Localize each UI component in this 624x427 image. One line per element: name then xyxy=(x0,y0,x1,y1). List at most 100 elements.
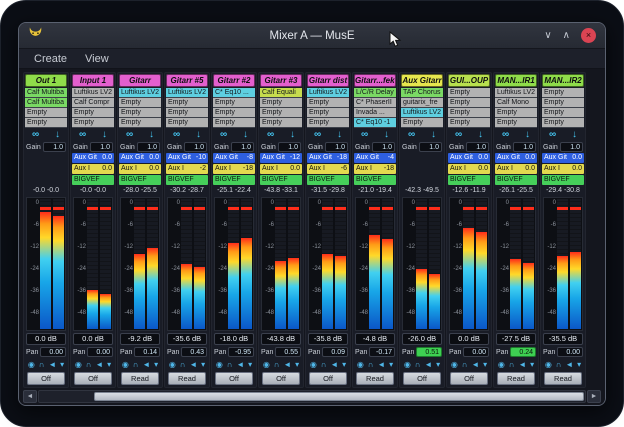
fader-db-readout[interactable]: -35.6 dB xyxy=(167,333,207,345)
track-name-button[interactable]: Gitarr...fekt xyxy=(354,74,396,87)
fx-slot[interactable]: Empty xyxy=(401,118,443,128)
fx-slot[interactable]: TAP Chorus xyxy=(401,88,443,98)
stereo-link-icon[interactable]: ∞ xyxy=(220,129,227,140)
pan-value[interactable]: -0.17 xyxy=(369,347,395,357)
scroll-left-icon[interactable]: ◄ xyxy=(23,390,37,403)
aux-send[interactable]: Aux Git-18 xyxy=(307,153,349,163)
mute-icon[interactable]: ◄ xyxy=(95,359,103,371)
aux-send[interactable]: BIGVEF xyxy=(448,175,490,185)
automation-mode-button[interactable]: Off xyxy=(309,372,347,385)
gain-value[interactable]: 1.0 xyxy=(278,142,301,152)
aux-send[interactable]: BIGVEF xyxy=(213,175,255,185)
monitor-icon[interactable]: ▾ xyxy=(107,359,111,371)
fx-slot[interactable]: Calf Multiba xyxy=(25,98,67,108)
automation-mode-button[interactable]: Off xyxy=(215,372,253,385)
fader-db-readout[interactable]: -35.8 dB xyxy=(308,333,348,345)
automation-mode-button[interactable]: Read xyxy=(121,372,159,385)
gain-value[interactable]: 1.0 xyxy=(325,142,348,152)
fx-slot[interactable]: Invada ... xyxy=(354,108,396,118)
pan-value[interactable]: 0.00 xyxy=(40,347,66,357)
mute-icon[interactable]: ◄ xyxy=(377,359,385,371)
fx-slot[interactable]: Empty xyxy=(25,108,67,118)
stereo-link-icon[interactable]: ∞ xyxy=(173,129,180,140)
track-name-button[interactable]: Aux Gitarr xyxy=(401,74,443,87)
fader-db-readout[interactable]: 0.0 dB xyxy=(449,333,489,345)
automation-mode-button[interactable]: Read xyxy=(168,372,206,385)
fader-db-readout[interactable]: -9.2 dB xyxy=(120,333,160,345)
track-name-button[interactable]: Gitarr #2 xyxy=(213,74,255,87)
fx-slot[interactable]: Empty xyxy=(542,98,584,108)
aux-send[interactable]: Aux I0.0 xyxy=(260,164,302,174)
fx-slot[interactable]: Empty xyxy=(260,108,302,118)
fader-db-readout[interactable]: -4.8 dB xyxy=(355,333,395,345)
aux-send[interactable]: Aux I-2 xyxy=(166,164,208,174)
fx-slot[interactable]: Empty xyxy=(213,98,255,108)
mute-icon[interactable]: ◄ xyxy=(48,359,56,371)
route-down-icon[interactable]: ↓ xyxy=(431,129,436,140)
aux-send[interactable]: BIGVEF xyxy=(495,175,537,185)
automation-mode-button[interactable]: Off xyxy=(450,372,488,385)
record-icon[interactable]: ◉ xyxy=(169,359,176,371)
solo-icon[interactable]: ∩ xyxy=(274,359,280,371)
route-down-icon[interactable]: ↓ xyxy=(149,129,154,140)
automation-mode-button[interactable]: Read xyxy=(544,372,582,385)
pan-value[interactable]: -0.95 xyxy=(228,347,254,357)
fx-slot[interactable]: Empty xyxy=(119,118,161,128)
fx-slot[interactable]: Empty xyxy=(542,118,584,128)
track-name-button[interactable]: Gitarr xyxy=(119,74,161,87)
maximize-icon[interactable]: ∧ xyxy=(563,28,570,43)
monitor-icon[interactable]: ▾ xyxy=(201,359,205,371)
aux-send[interactable]: Aux Git0.0 xyxy=(495,153,537,163)
record-icon[interactable]: ◉ xyxy=(28,359,35,371)
mute-icon[interactable]: ◄ xyxy=(330,359,338,371)
monitor-icon[interactable]: ▾ xyxy=(483,359,487,371)
fx-slot[interactable]: Calf Multiba xyxy=(25,88,67,98)
automation-mode-button[interactable]: Off xyxy=(74,372,112,385)
aux-send[interactable]: Aux Git0.0 xyxy=(542,153,584,163)
record-icon[interactable]: ◉ xyxy=(122,359,129,371)
fx-slot[interactable]: C* Eq10 ... xyxy=(213,88,255,98)
mute-icon[interactable]: ◄ xyxy=(424,359,432,371)
fx-slot[interactable]: Empty xyxy=(25,118,67,128)
fx-slot[interactable]: Empty xyxy=(495,108,537,118)
fx-slot[interactable]: Empty xyxy=(119,108,161,118)
route-down-icon[interactable]: ↓ xyxy=(196,129,201,140)
pan-value[interactable]: 0.00 xyxy=(463,347,489,357)
fx-slot[interactable]: Empty xyxy=(119,98,161,108)
fx-slot[interactable]: L/C/R Delay xyxy=(354,88,396,98)
minimize-icon[interactable]: ∨ xyxy=(544,28,551,43)
aux-send[interactable]: BIGVEF xyxy=(119,175,161,185)
monitor-icon[interactable]: ▾ xyxy=(342,359,346,371)
pan-value[interactable]: 0.00 xyxy=(557,347,583,357)
fx-slot[interactable]: Luftikus LV2 xyxy=(307,88,349,98)
scrollbar-thumb[interactable] xyxy=(94,392,584,401)
fx-slot[interactable]: Calf Compr xyxy=(72,98,114,108)
pan-value[interactable]: 0.14 xyxy=(134,347,160,357)
fader-db-readout[interactable]: -27.5 dB xyxy=(496,333,536,345)
solo-icon[interactable]: ∩ xyxy=(368,359,374,371)
mute-icon[interactable]: ◄ xyxy=(283,359,291,371)
solo-icon[interactable]: ∩ xyxy=(86,359,92,371)
monitor-icon[interactable]: ▾ xyxy=(295,359,299,371)
gain-value[interactable]: 1.0 xyxy=(466,142,489,152)
aux-send[interactable]: Aux Git-10 xyxy=(166,153,208,163)
mute-icon[interactable]: ◄ xyxy=(236,359,244,371)
mute-icon[interactable]: ◄ xyxy=(189,359,197,371)
gain-value[interactable]: 1.0 xyxy=(43,142,66,152)
mute-icon[interactable]: ◄ xyxy=(471,359,479,371)
aux-send[interactable]: Aux Git0.0 xyxy=(72,153,114,163)
record-icon[interactable]: ◉ xyxy=(451,359,458,371)
automation-mode-button[interactable]: Off xyxy=(403,372,441,385)
track-name-button[interactable]: Gitarr dist xyxy=(307,74,349,87)
fader-db-readout[interactable]: -43.8 dB xyxy=(261,333,301,345)
route-down-icon[interactable]: ↓ xyxy=(572,129,577,140)
fx-slot[interactable]: Empty xyxy=(495,118,537,128)
fx-slot[interactable]: Empty xyxy=(213,118,255,128)
gain-value[interactable]: 1.0 xyxy=(372,142,395,152)
mute-icon[interactable]: ◄ xyxy=(565,359,573,371)
stereo-link-icon[interactable]: ∞ xyxy=(502,129,509,140)
monitor-icon[interactable]: ▾ xyxy=(248,359,252,371)
stereo-link-icon[interactable]: ∞ xyxy=(549,129,556,140)
stereo-link-icon[interactable]: ∞ xyxy=(455,129,462,140)
scrollbar-track[interactable] xyxy=(38,390,586,403)
